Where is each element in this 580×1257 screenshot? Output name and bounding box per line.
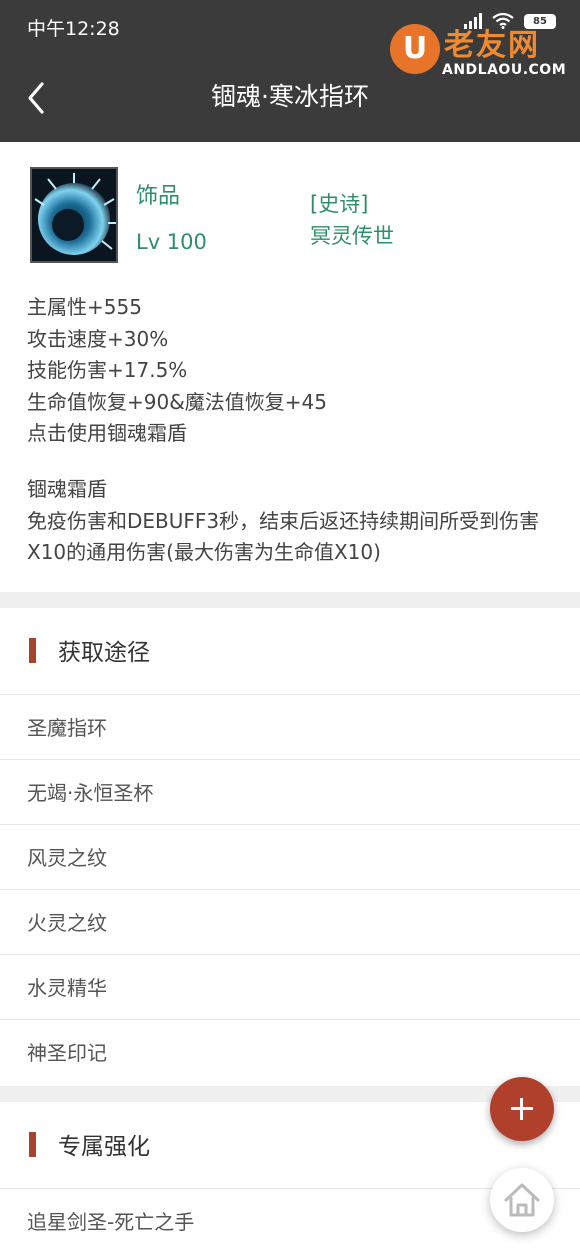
list-item[interactable]: 神圣印记 (0, 1019, 580, 1084)
top-bar: 中午12:28 U 老友网 ANDLAOU.COM 85 锢魂·寒冰指环 (0, 0, 580, 142)
item-set: 冥灵传世 (310, 224, 394, 248)
list-item[interactable]: 无竭·永恒圣杯 (0, 759, 580, 824)
list-item[interactable]: 圣魔指环 (0, 694, 580, 759)
item-type: 饰品 (136, 184, 181, 209)
item-rarity: [史诗] (310, 192, 369, 216)
wifi-icon (492, 13, 514, 29)
item-stats: 主属性+555 攻击速度+30% 技能伤害+17.5% 生命值恢复+90&魔法值… (27, 292, 327, 450)
stat-line: 攻击速度+30% (27, 326, 169, 351)
stat-line: 点击使用锢魂霜盾 (27, 421, 187, 445)
list-item[interactable]: 火灵之纹 (0, 889, 580, 954)
status-icons: 85 (464, 13, 556, 29)
section-divider (0, 592, 580, 608)
section-title: 获取途径 (58, 640, 150, 666)
skill-description: 免疫伤害和DEBUFF3秒，结束后返还持续期间所受到伤害X10的通用伤害(最大伤… (27, 508, 540, 565)
watermark-logo-letter: U (390, 24, 440, 74)
list-item[interactable]: 水灵精华 (0, 954, 580, 1019)
list-item[interactable]: 风灵之纹 (0, 824, 580, 889)
page-title: 锢魂·寒冰指环 (211, 82, 369, 111)
add-button[interactable] (490, 1077, 554, 1141)
list-item-label: 圣魔指环 (27, 716, 107, 740)
list-item-label: 水灵精华 (27, 976, 107, 1000)
section-header-sources: 获取途径 (0, 608, 580, 694)
item-level: Lv 100 (136, 230, 207, 254)
stat-line: 技能伤害+17.5% (27, 358, 188, 382)
section-title: 专属强化 (58, 1134, 150, 1160)
status-time: 中午12:28 (27, 18, 120, 40)
stat-line: 生命值恢复+90&魔法值恢复+45 (27, 389, 328, 414)
section-accent-bar (29, 1132, 36, 1157)
signal-icon (464, 13, 482, 29)
watermark-logo: U 老友网 ANDLAOU.COM (390, 20, 566, 84)
skill-name: 锢魂霜盾 (27, 477, 107, 501)
list-item-label: 追星剑圣-死亡之手 (27, 1210, 195, 1234)
home-icon (504, 1183, 540, 1217)
list-item-label: 风灵之纹 (27, 846, 107, 870)
list-item-label: 神圣印记 (27, 1041, 107, 1065)
section-accent-bar (29, 638, 36, 663)
item-image (30, 167, 118, 263)
battery-icon: 85 (524, 13, 556, 29)
home-button[interactable] (490, 1168, 554, 1232)
list-item-label: 无竭·永恒圣杯 (27, 781, 154, 805)
stat-line: 主属性+555 (27, 295, 142, 319)
skill-block: 锢魂霜盾 免疫伤害和DEBUFF3秒，结束后返还持续期间所受到伤害X10的通用伤… (27, 474, 557, 569)
list-item-label: 火灵之纹 (27, 911, 107, 935)
watermark-domain: ANDLAOU.COM (442, 62, 567, 78)
